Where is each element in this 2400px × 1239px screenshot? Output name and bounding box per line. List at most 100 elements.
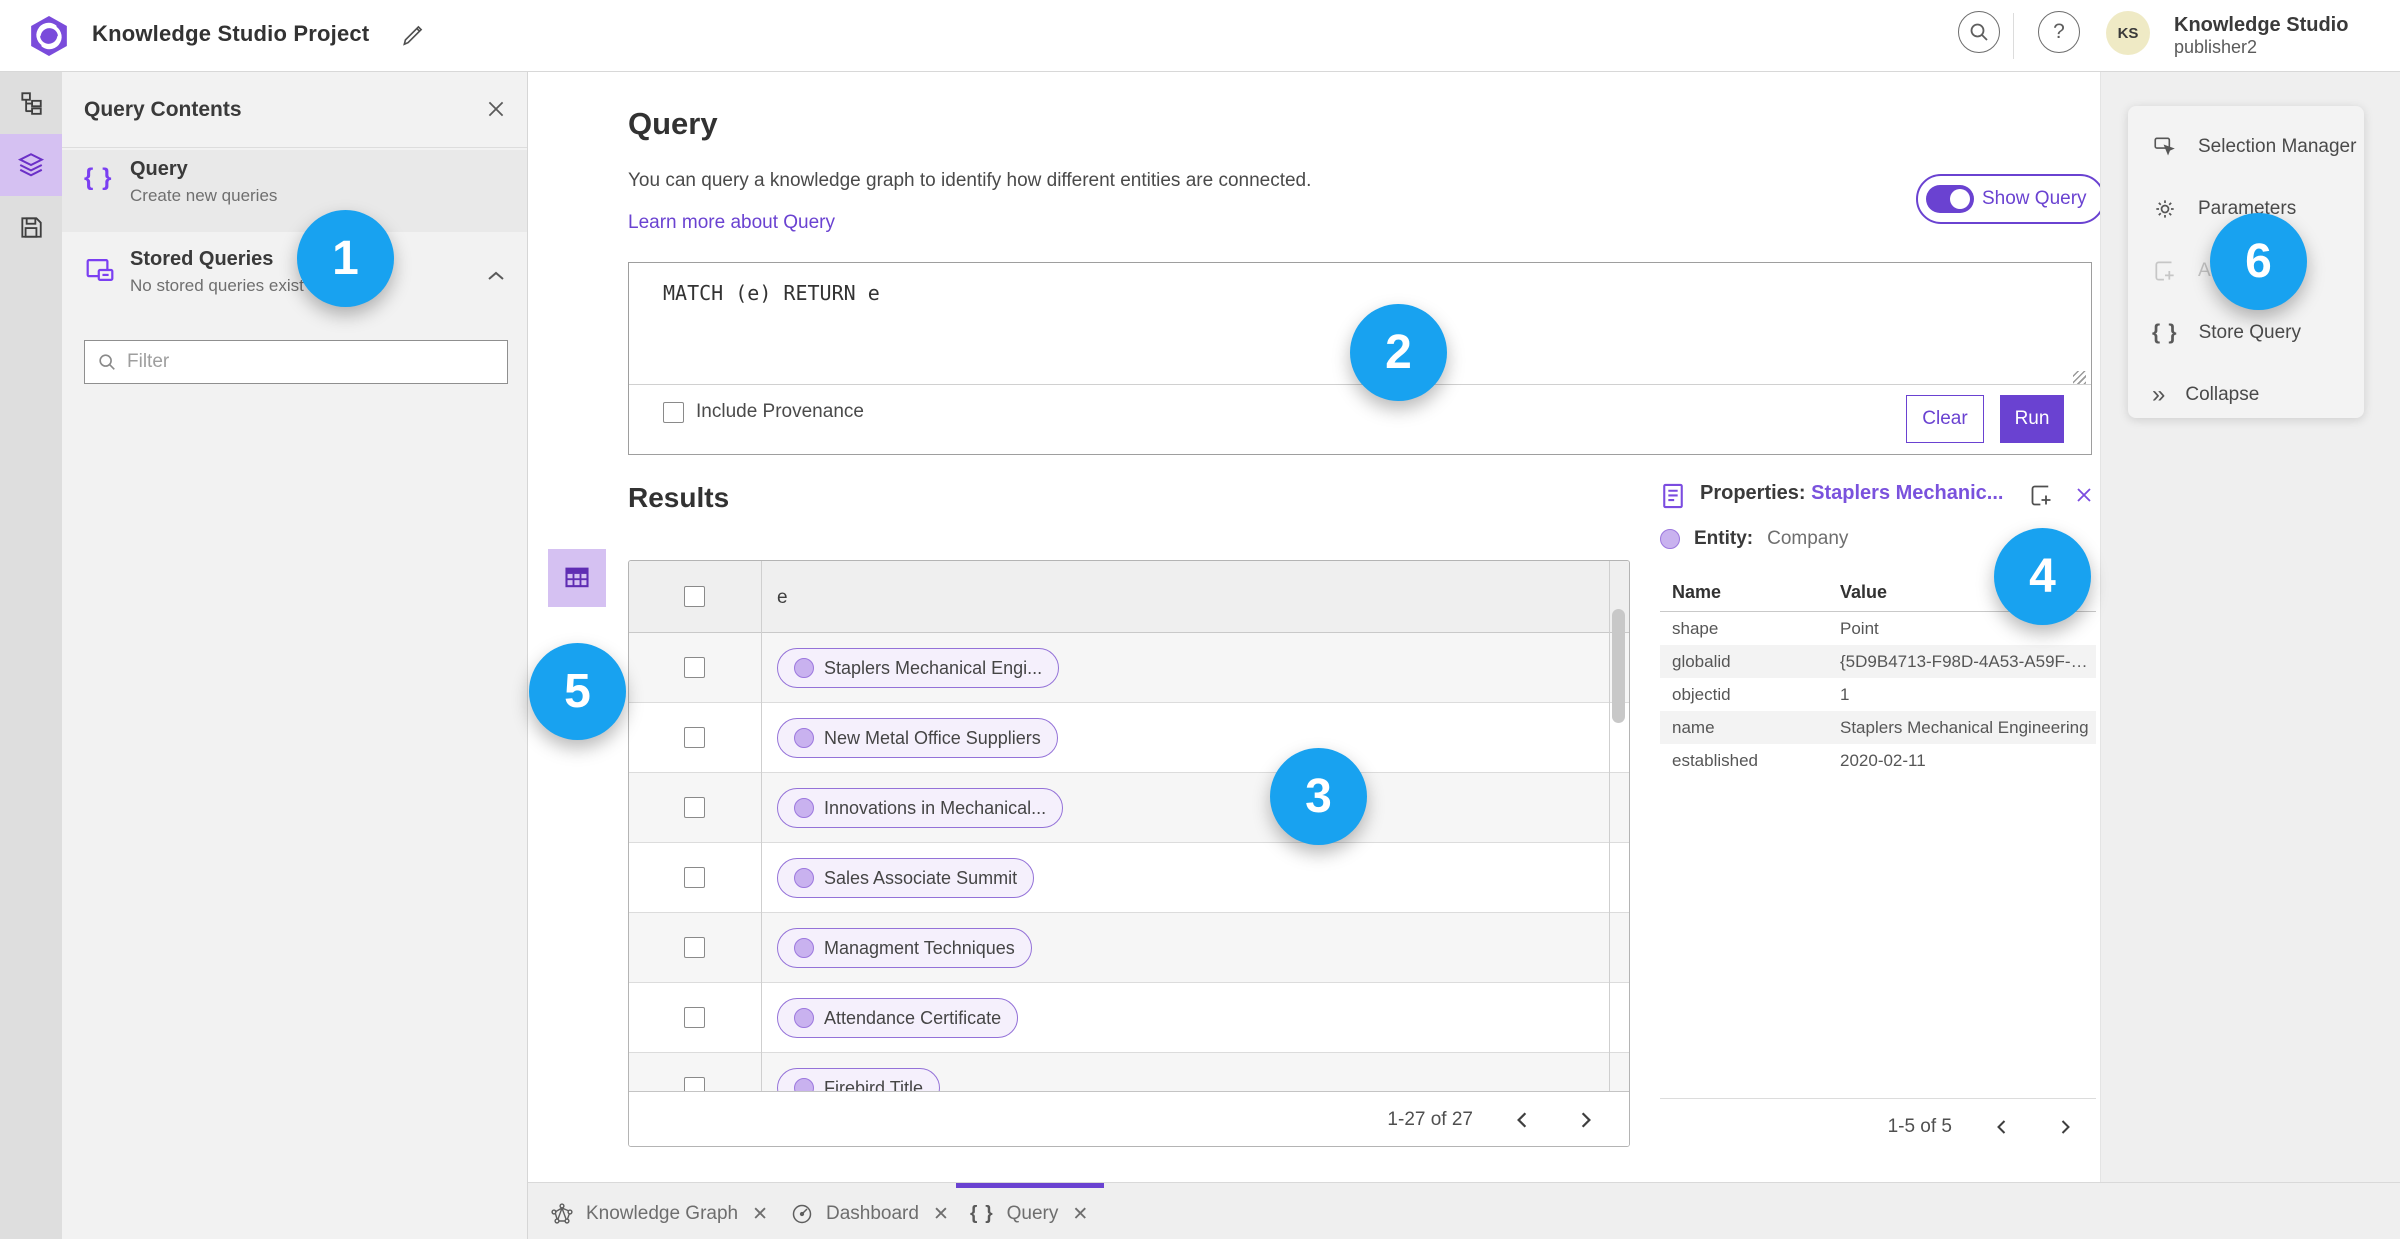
query-contents-panel: Query Contents { } Query Create new quer… xyxy=(62,72,528,1239)
app-logo-icon[interactable] xyxy=(28,15,70,57)
close-properties-icon[interactable] xyxy=(2074,485,2094,505)
close-tab-icon[interactable]: ✕ xyxy=(1070,1203,1090,1226)
learn-more-link[interactable]: Learn more about Query xyxy=(628,212,835,234)
help-button[interactable]: ? xyxy=(2038,11,2080,53)
search-button[interactable] xyxy=(1958,11,2000,53)
results-scrollbar-thumb[interactable] xyxy=(1612,609,1625,723)
project-title: Knowledge Studio Project xyxy=(92,21,370,46)
property-name: name xyxy=(1672,718,1715,737)
rail-item-layers[interactable] xyxy=(0,134,62,196)
row-checkbox[interactable] xyxy=(684,867,705,888)
tab-knowledge-graph[interactable]: Knowledge Graph ✕ xyxy=(536,1183,784,1239)
entity-pill-label: New Metal Office Suppliers xyxy=(824,727,1041,748)
property-row: name Staplers Mechanical Engineering xyxy=(1660,711,2096,744)
rail-item-save[interactable] xyxy=(0,196,62,258)
save-icon xyxy=(18,214,44,240)
query-item-label: Query xyxy=(130,158,188,180)
close-panel-icon[interactable] xyxy=(485,98,507,120)
select-all-checkbox[interactable] xyxy=(684,586,705,607)
properties-title: Properties: Staplers Mechanic... xyxy=(1700,482,2003,505)
properties-label: Properties: xyxy=(1700,482,1806,504)
tab-label: Query xyxy=(1006,1203,1059,1224)
sidebar-item-stored-queries[interactable]: Stored Queries No stored queries exist xyxy=(62,240,527,330)
entity-node-icon xyxy=(794,938,814,958)
selection-manager-button[interactable]: Selection Manager xyxy=(2128,116,2364,178)
entity-pill[interactable]: Sales Associate Summit xyxy=(777,858,1035,898)
table-row[interactable]: Innovations in Mechanical... xyxy=(629,773,1629,843)
stored-queries-label: Stored Queries xyxy=(130,248,274,270)
row-checkbox[interactable] xyxy=(684,727,705,748)
previous-page-icon[interactable] xyxy=(1986,1112,2016,1142)
results-page-range: 1-27 of 27 xyxy=(1387,1109,1473,1130)
property-value: 2020-02-11 xyxy=(1840,751,1926,770)
table-row[interactable]: Sales Associate Summit xyxy=(629,843,1629,913)
entity-node-icon xyxy=(1660,529,1680,549)
tab-query[interactable]: { } Query ✕ xyxy=(956,1183,1105,1239)
top-bar: Knowledge Studio Project ? KS Knowledge … xyxy=(0,0,2400,72)
properties-pagination: 1-5 of 5 xyxy=(1660,1112,2080,1142)
chevron-up-icon[interactable] xyxy=(487,270,505,282)
include-provenance-checkbox[interactable] xyxy=(663,401,684,423)
filter-input[interactable] xyxy=(127,351,495,373)
properties-col-value: Value xyxy=(1840,582,1888,602)
query-description: You can query a knowledge graph to ident… xyxy=(628,170,1312,191)
table-view-toggle[interactable] xyxy=(548,549,606,607)
annotation-badge-3: 3 xyxy=(1270,748,1367,845)
selection-manager-label: Selection Manager xyxy=(2198,136,2357,157)
row-checkbox[interactable] xyxy=(684,937,705,958)
previous-page-icon[interactable] xyxy=(1507,1105,1537,1135)
search-icon xyxy=(1968,21,1990,43)
close-tab-icon[interactable]: ✕ xyxy=(931,1203,951,1226)
query-editor-input[interactable]: MATCH (e) RETURN e xyxy=(663,281,880,305)
properties-entity-link[interactable]: Staplers Mechanic... xyxy=(1811,482,2003,504)
close-tab-icon[interactable]: ✕ xyxy=(750,1203,770,1226)
row-checkbox[interactable] xyxy=(684,797,705,818)
add-to-selection-icon[interactable] xyxy=(2028,482,2055,509)
selection-manager-icon xyxy=(2152,134,2178,160)
next-page-icon[interactable] xyxy=(1571,1105,1601,1135)
entity-node-icon xyxy=(794,1008,814,1028)
rail-item-data-model[interactable] xyxy=(0,72,62,134)
entity-pill[interactable]: Attendance Certificate xyxy=(777,998,1019,1038)
table-row[interactable]: Staplers Mechanical Engi... xyxy=(629,633,1629,703)
edit-title-icon[interactable] xyxy=(400,22,426,48)
entity-pill[interactable]: Innovations in Mechanical... xyxy=(777,788,1064,828)
row-checkbox[interactable] xyxy=(684,657,705,678)
property-value: {5D9B4713-F98D-4A53-A59F-C11... xyxy=(1840,652,2090,671)
entity-pill[interactable]: Managment Techniques xyxy=(777,928,1032,968)
property-row: established 2020-02-11 xyxy=(1660,744,2096,777)
table-row[interactable]: Attendance Certificate xyxy=(629,983,1629,1053)
entity-value: Company xyxy=(1767,528,1849,549)
avatar[interactable]: KS xyxy=(2106,11,2150,55)
store-query-button[interactable]: { } Store Query xyxy=(2128,302,2364,364)
entity-pill[interactable]: Staplers Mechanical Engi... xyxy=(777,648,1060,688)
query-item-sublabel: Create new queries xyxy=(130,186,278,205)
properties-header: Properties: Staplers Mechanic... xyxy=(1660,480,2096,514)
stored-queries-icon xyxy=(84,254,114,284)
tab-label: Dashboard xyxy=(826,1203,919,1224)
collapse-label: Collapse xyxy=(2185,384,2260,405)
next-page-icon[interactable] xyxy=(2050,1112,2080,1142)
results-table: e Staplers Mechanical Engi... New Metal … xyxy=(628,560,1630,1147)
row-checkbox[interactable] xyxy=(684,1007,705,1028)
filter-field xyxy=(84,340,508,384)
question-icon: ? xyxy=(2053,20,2065,43)
include-provenance-control[interactable]: Include Provenance xyxy=(663,401,864,423)
annotation-badge-1: 1 xyxy=(297,210,394,307)
property-name: shape xyxy=(1672,619,1719,638)
tab-dashboard[interactable]: Dashboard ✕ xyxy=(776,1183,965,1239)
entity-node-icon xyxy=(794,728,814,748)
entity-pill[interactable]: New Metal Office Suppliers xyxy=(777,718,1058,758)
property-name: objectid xyxy=(1672,685,1731,704)
table-row[interactable]: New Metal Office Suppliers xyxy=(629,703,1629,773)
properties-footer-divider xyxy=(1660,1098,2096,1099)
annotation-badge-5: 5 xyxy=(529,643,626,740)
results-pagination: 1-27 of 27 xyxy=(629,1091,1629,1146)
entity-pill-label: Staplers Mechanical Engi... xyxy=(824,657,1043,678)
sidebar-item-query[interactable]: { } Query Create new queries xyxy=(62,150,527,232)
property-row: globalid {5D9B4713-F98D-4A53-A59F-C11... xyxy=(1660,645,2096,678)
collapse-button[interactable]: » Collapse xyxy=(2128,364,2364,426)
results-heading: Results xyxy=(628,482,730,513)
left-rail: » xyxy=(0,72,62,1239)
table-row[interactable]: Managment Techniques xyxy=(629,913,1629,983)
